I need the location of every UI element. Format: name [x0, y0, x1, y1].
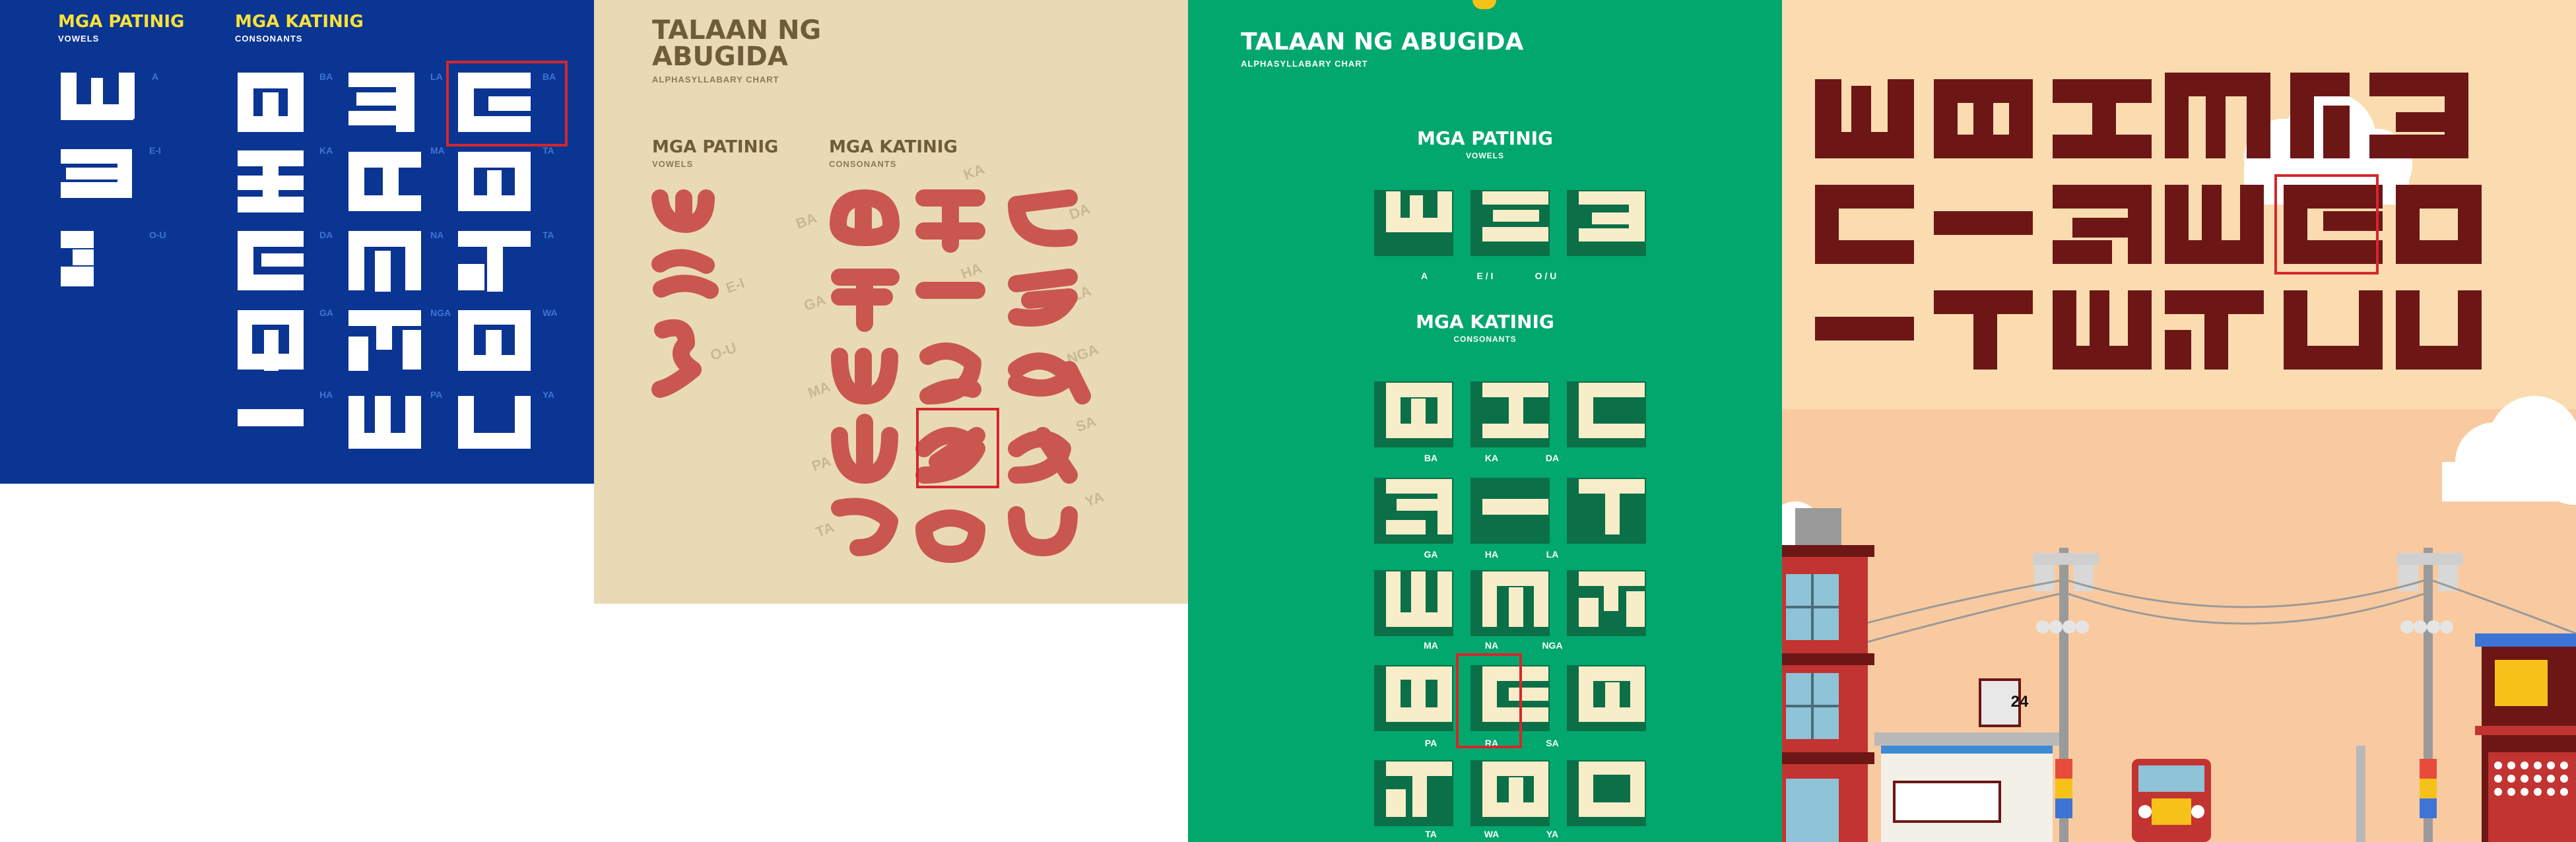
consonant-na-glyph [348, 231, 421, 292]
blue-chart-panel: MGA PATINIG VOWELS MGA KATINIG CONSONANT… [0, 0, 594, 484]
beige-chart-panel: TALAAN NG ABUGIDA ALPHASYLLABARY CHART M… [594, 0, 1188, 604]
vowel-ei-glyph [61, 149, 132, 198]
consonant-ha-glyph [831, 498, 898, 556]
consonant-ga-glyph [238, 310, 304, 371]
consonant-ga-glyph [831, 414, 898, 484]
consonant-ya-glyph [1008, 506, 1078, 556]
highlight-box [1456, 653, 1522, 748]
consonant-ba-glyph [830, 189, 900, 246]
consonant-pa-glyph [915, 509, 985, 563]
consonant-wa-glyph [1482, 761, 1548, 817]
jeepney [2132, 759, 2211, 842]
vowel-ou-glyph [651, 319, 702, 398]
consonant-ka-glyph [238, 150, 304, 212]
street-scene-art [1782, 0, 2576, 842]
consonant-wa-glyph [458, 310, 531, 371]
highlight-box [446, 61, 568, 146]
highlight-box [916, 408, 999, 488]
consonant-ma-glyph [1386, 571, 1452, 627]
vowel-a-glyph [651, 189, 715, 233]
vowel-a-glyph [1386, 191, 1452, 232]
street-poster-panel: 24 [1782, 0, 2576, 842]
consonant-sa-glyph [458, 152, 531, 211]
building-left [1782, 508, 1874, 842]
consonant-na-glyph [1482, 571, 1548, 627]
consonant-sa-glyph [1579, 666, 1645, 722]
consonant-ha-glyph [1482, 499, 1548, 515]
consonant-ka-glyph [831, 269, 900, 332]
vowel-ou-glyph [61, 231, 94, 286]
consonant-ha-glyph [238, 409, 304, 426]
consonant-da-glyph [831, 348, 898, 405]
consonant-la-glyph [915, 189, 985, 253]
consonant-sa-glyph [1008, 269, 1078, 327]
consonant-ta-glyph [458, 231, 531, 292]
consonant-wa-glyph [1008, 427, 1078, 484]
consonant-ta-glyph [1008, 352, 1091, 405]
consonant-ma-glyph [348, 152, 421, 211]
consonant-nga-glyph [348, 310, 421, 371]
beige-glyph-grid-art [651, 189, 1091, 563]
consonant-ba-glyph [1386, 383, 1452, 438]
consonant-ba-glyph [238, 73, 304, 132]
consonant-ra-glyph [1008, 189, 1078, 247]
green-chart-panel: TALAAN NG ABUGIDA ALPHASYLLABARY CHART M… [1188, 0, 1782, 842]
consonant-pa-glyph [1386, 666, 1452, 722]
consonant-la-glyph [348, 73, 414, 132]
consonant-ya-glyph [458, 396, 531, 449]
vowel-ei-glyph [651, 249, 719, 299]
consonant-na-glyph [919, 342, 981, 405]
building-right [2475, 633, 2576, 842]
highlight-box [2274, 174, 2379, 275]
consonant-da-glyph [238, 231, 304, 290]
stop-sign-number: 24 [2010, 693, 2029, 711]
vowel-a-glyph [61, 73, 135, 120]
consonant-pa-glyph [348, 396, 421, 449]
